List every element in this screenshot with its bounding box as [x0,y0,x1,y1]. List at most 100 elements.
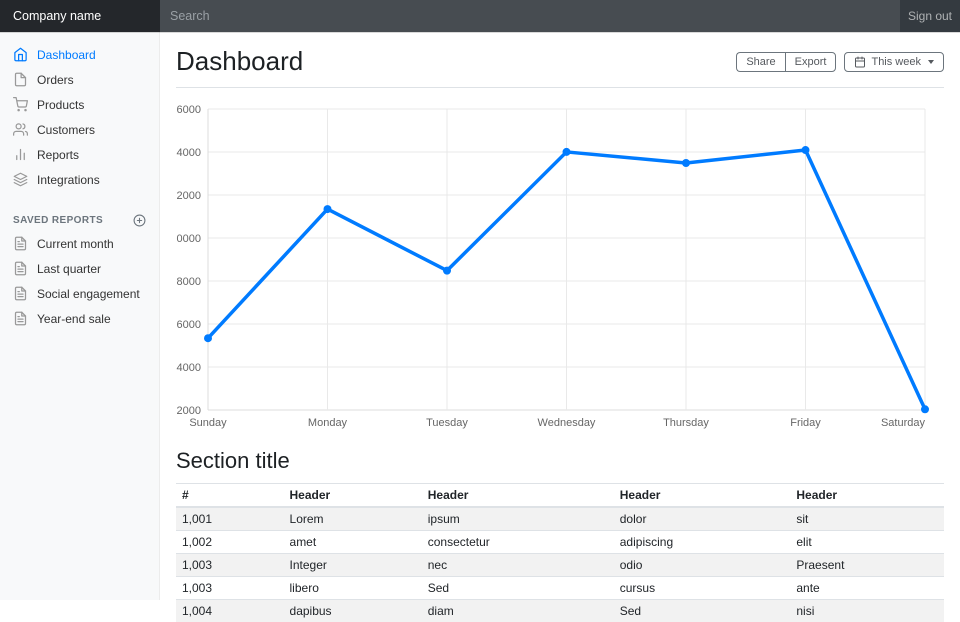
table-cell: Sed [614,600,791,622]
sidebar-item-label: Dashboard [37,48,96,62]
svg-text:14000: 14000 [176,362,201,374]
saved-report-year-end-sale[interactable]: Year-end sale [0,306,159,331]
table-body: 1,001Loremipsumdolorsit1,002ametconsecte… [176,507,944,622]
table-header-cell: Header [790,484,944,508]
table-cell: sit [790,507,944,531]
table-cell: nec [422,554,614,577]
table-cell: Praesent [790,554,944,577]
table-cell: ante [790,577,944,600]
table-header-cell: Header [284,484,422,508]
share-button[interactable]: Share [736,52,784,72]
bar-chart-icon [13,147,28,162]
share-export-group: Share Export [736,52,836,72]
sidebar-item-label: Reports [37,148,79,162]
saved-report-last-quarter[interactable]: Last quarter [0,256,159,281]
top-navbar: Company name Sign out [0,0,960,32]
layers-icon [13,172,28,187]
search-input[interactable] [160,0,900,32]
svg-text:Wednesday: Wednesday [538,417,596,429]
table-header-cell: Header [614,484,791,508]
table-cell: 1,003 [176,577,284,600]
svg-text:Tuesday: Tuesday [426,417,468,429]
sidebar-item-label: Integrations [37,173,100,187]
table-row: 1,002ametconsecteturadipiscingelit [176,531,944,554]
page-title: Dashboard [176,46,303,77]
saved-report-current-month[interactable]: Current month [0,231,159,256]
svg-text:24000: 24000 [176,147,201,159]
sidebar-item-reports[interactable]: Reports [0,142,159,167]
table-row: 1,004dapibusdiamSednisi [176,600,944,622]
svg-text:16000: 16000 [176,319,201,331]
table-cell: ipsum [422,507,614,531]
svg-text:20000: 20000 [176,233,201,245]
file-text-icon [13,286,28,301]
svg-text:Monday: Monday [308,417,348,429]
main-content: Dashboard Share Export This week 26000 24… [160,32,960,622]
table-cell: nisi [790,600,944,622]
table-cell: libero [284,577,422,600]
page-header: Dashboard Share Export This week [176,32,944,88]
table-cell: Sed [422,577,614,600]
sidebar-nav: Dashboard Orders Products Customers Reports I… [0,42,159,192]
svg-text:Friday: Friday [790,417,821,429]
table-cell: 1,003 [176,554,284,577]
table-cell: amet [284,531,422,554]
table-row: 1,003liberoSedcursusante [176,577,944,600]
sign-out-link[interactable]: Sign out [900,0,960,32]
table-cell: 1,004 [176,600,284,622]
file-icon [13,72,28,87]
sales-line-chart: 26000 24000 22000 20000 18000 16000 14000 12000… [176,100,944,434]
table-cell: adipiscing [614,531,791,554]
sidebar-item-integrations[interactable]: Integrations [0,167,159,192]
table-cell: elit [790,531,944,554]
caret-down-icon [928,60,934,64]
table-cell: 1,001 [176,507,284,531]
table-cell: dolor [614,507,791,531]
svg-text:Saturday: Saturday [881,417,926,429]
sidebar: Dashboard Orders Products Customers Reports I… [0,32,160,600]
sidebar-item-label: Social engagement [37,287,140,301]
table-header-cell: # [176,484,284,508]
brand-link[interactable]: Company name [0,0,160,32]
toolbar: Share Export This week [736,52,944,72]
table-cell: 1,002 [176,531,284,554]
sidebar-item-label: Current month [37,237,114,251]
plus-circle-icon[interactable] [133,214,146,227]
table-head: #HeaderHeaderHeaderHeader [176,484,944,508]
table-row: 1,001Loremipsumdolorsit [176,507,944,531]
svg-text:22000: 22000 [176,190,201,202]
sidebar-item-label: Last quarter [37,262,101,276]
saved-report-social-engagement[interactable]: Social engagement [0,281,159,306]
sales-chart: 26000 24000 22000 20000 18000 16000 14000 12000… [176,100,944,434]
table-cell: odio [614,554,791,577]
svg-text:Sunday: Sunday [189,417,227,429]
export-button[interactable]: Export [785,52,837,72]
period-dropdown-button[interactable]: This week [844,52,944,72]
period-label: This week [871,56,921,68]
sidebar-item-orders[interactable]: Orders [0,67,159,92]
sidebar-item-dashboard[interactable]: Dashboard [0,42,159,67]
file-text-icon [13,261,28,276]
table-cell: Integer [284,554,422,577]
shopping-cart-icon [13,97,28,112]
svg-text:12000: 12000 [176,405,201,417]
table-cell: cursus [614,577,791,600]
svg-text:Thursday: Thursday [663,417,709,429]
home-icon [13,47,28,62]
svg-text:18000: 18000 [176,276,201,288]
sidebar-item-label: Products [37,98,84,112]
file-text-icon [13,311,28,326]
saved-reports-label: Saved reports [13,215,103,226]
table-cell: dapibus [284,600,422,622]
sidebar-item-label: Customers [37,123,95,137]
table-cell: Lorem [284,507,422,531]
svg-text:26000: 26000 [176,104,201,116]
table-cell: diam [422,600,614,622]
calendar-icon [854,56,866,68]
table-row: 1,003IntegernecodioPraesent [176,554,944,577]
saved-reports-list: Current month Last quarter Social engageme… [0,231,159,331]
sidebar-item-customers[interactable]: Customers [0,117,159,142]
saved-reports-heading: Saved reports [0,208,159,231]
table-cell: consectetur [422,531,614,554]
sidebar-item-products[interactable]: Products [0,92,159,117]
